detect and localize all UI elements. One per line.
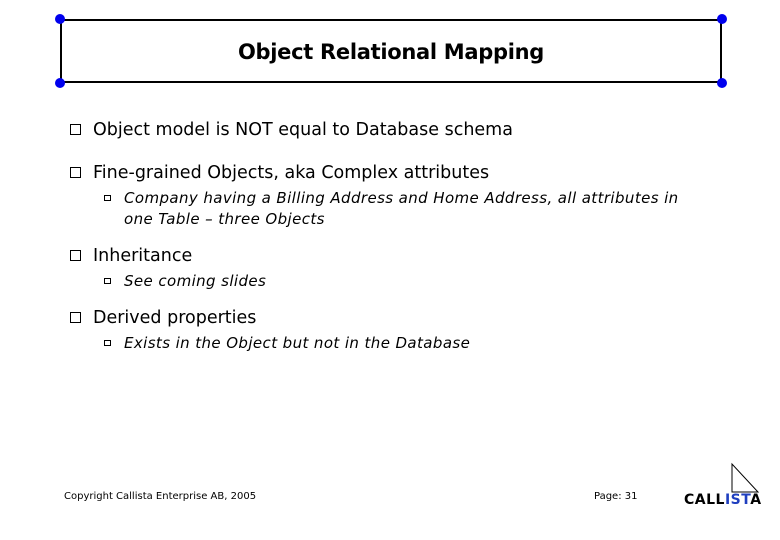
footer-copyright: Copyright Callista Enterprise AB, 2005 [64, 491, 257, 502]
resize-handle-top-left[interactable] [55, 14, 65, 24]
logo-text-ist: IST [724, 492, 751, 508]
bullet-item: Inheritance [70, 244, 710, 268]
logo-text-a: A [750, 492, 762, 508]
title-placeholder[interactable]: Object Relational Mapping [60, 19, 722, 83]
square-bullet-icon [70, 124, 81, 135]
resize-handle-bottom-left[interactable] [55, 78, 65, 88]
sub-bullet-item: Company having a Billing Address and Hom… [70, 188, 684, 230]
small-square-bullet-icon [104, 195, 111, 201]
resize-handle-top-right[interactable] [717, 14, 727, 24]
square-bullet-icon [70, 312, 81, 323]
small-square-bullet-icon [104, 340, 111, 346]
sub-bullet-text: See coming slides [124, 272, 267, 290]
bullet-list: Object model is NOT equal to Database sc… [70, 118, 710, 354]
logo-triangle-icon [731, 462, 760, 493]
square-bullet-icon [70, 167, 81, 178]
bullet-text: Inheritance [93, 246, 193, 266]
sub-bullet-text: Exists in the Object but not in the Data… [124, 334, 471, 352]
callista-logo: CALLISTA [680, 462, 770, 512]
bullet-text: Derived properties [93, 308, 257, 328]
logo-text-call: CALL [684, 492, 725, 508]
bullet-item: Object model is NOT equal to Database sc… [70, 118, 710, 142]
small-square-bullet-icon [104, 278, 111, 284]
bullet-item: Derived properties [70, 306, 710, 330]
sub-bullet-item: Exists in the Object but not in the Data… [70, 333, 710, 354]
bullet-item: Fine-grained Objects, aka Complex attrib… [70, 161, 710, 185]
page-number: Page: 31 [594, 491, 638, 502]
square-bullet-icon [70, 250, 81, 261]
resize-handle-bottom-right[interactable] [717, 78, 727, 88]
slide-title: Object Relational Mapping [237, 40, 544, 64]
bullet-text: Fine-grained Objects, aka Complex attrib… [93, 163, 490, 183]
logo-wordmark: CALLISTA [684, 492, 762, 508]
bullet-text: Object model is NOT equal to Database sc… [93, 120, 513, 140]
sub-bullet-text: Company having a Billing Address and Hom… [124, 189, 679, 228]
sub-bullet-item: See coming slides [70, 271, 710, 292]
